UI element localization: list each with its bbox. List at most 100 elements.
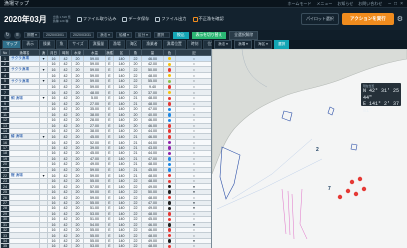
- tab-operation[interactable]: 操業: [38, 40, 55, 49]
- status-dot-icon: [167, 233, 172, 238]
- export-label: ファイル出力: [161, 16, 187, 21]
- save-label: データ保存: [128, 16, 150, 21]
- catch-markers: [337, 176, 367, 200]
- tab-time[interactable]: 時刻: [186, 40, 203, 49]
- status-dot-icon: [167, 68, 172, 72]
- gear-icon[interactable]: ⚙: [397, 15, 403, 23]
- selection-field[interactable]: 選択: [154, 32, 170, 38]
- table-cell: 20: [71, 243, 84, 248]
- tab-ground[interactable]: 漁場: [109, 40, 125, 49]
- toggle-view-button[interactable]: 表示を切り替え: [191, 31, 227, 39]
- status-dot-icon: [167, 179, 172, 183]
- column-header[interactable]: 漁獲: [105, 49, 114, 56]
- map-canvas[interactable]: [212, 49, 407, 248]
- status-dot-icon: [167, 129, 172, 133]
- status-dot-icon: [167, 173, 172, 178]
- status-dot-icon: [167, 96, 172, 101]
- status-dot-icon: [167, 228, 172, 232]
- title-bar: 漁場マップ ホームモード メニュー お知らせ お問い合わせ – □ ×: [0, 0, 407, 8]
- tab-map[interactable]: マップ: [2, 40, 22, 49]
- filter-button[interactable]: 絞込: [173, 31, 189, 39]
- status-dot-icon: [167, 56, 172, 61]
- window-controls: – □ ×: [388, 1, 403, 7]
- export-icon: [155, 16, 161, 22]
- stat-species: 魚種 129 種: [52, 19, 69, 23]
- table-row[interactable]: 35 16 42 20 53.00 E 140 22 48.00 ○: [0, 243, 211, 248]
- export-button[interactable]: ファイル出力: [155, 16, 187, 22]
- import-button[interactable]: ファイル取り込み: [76, 16, 117, 22]
- period-select[interactable]: 期間 ▾: [24, 32, 40, 38]
- status-dot-icon: [167, 135, 172, 139]
- refresh-icon[interactable]: ↻: [4, 31, 11, 39]
- close-icon[interactable]: ×: [400, 1, 403, 7]
- table-cell: 22: [129, 243, 142, 248]
- map-filter-bar: 漁法 ▾ 漁場 ▾ 海区 ▾ 選択: [212, 40, 407, 49]
- minimize-icon[interactable]: –: [388, 1, 391, 7]
- status-dot-icon: [167, 162, 172, 166]
- menu-item[interactable]: お知らせ: [337, 1, 353, 7]
- map-select-button[interactable]: 選択: [274, 40, 290, 49]
- import-label: ファイル取り込み: [82, 16, 117, 21]
- tab-display[interactable]: 表示: [22, 40, 38, 49]
- status-dot-icon: [167, 85, 172, 89]
- table-cell: 53.00: [83, 243, 106, 248]
- status-dot-icon: [167, 190, 172, 194]
- vessel-select[interactable]: 船種 ▾: [116, 32, 132, 38]
- layers-icon[interactable]: ≡: [14, 31, 21, 39]
- status-dot-icon: [167, 113, 172, 117]
- status-dot-icon: [167, 74, 172, 78]
- vessel-track: [281, 188, 295, 240]
- status-dot-icon: [167, 79, 172, 84]
- save-button[interactable]: データ保存: [122, 16, 149, 22]
- catch-marker: [345, 188, 351, 194]
- table-cell: E: [105, 243, 114, 248]
- tab-fisher[interactable]: 漁業者: [142, 40, 162, 49]
- table-cell: 140: [113, 243, 130, 248]
- status-dot-icon: [167, 185, 172, 189]
- method-select[interactable]: 漁法 ▾: [97, 32, 113, 38]
- table-cell: 48.00: [141, 243, 164, 248]
- map-label: 7: [328, 186, 331, 192]
- window-title: 漁場マップ: [4, 1, 30, 7]
- clear-selection-button[interactable]: 全選択解除: [229, 30, 259, 40]
- status-dot-icon: [167, 239, 172, 243]
- map-area-dropdown[interactable]: 海区 ▾: [254, 40, 272, 49]
- menu-item[interactable]: ホームモード: [287, 1, 311, 7]
- tab-fish[interactable]: 魚: [55, 40, 68, 49]
- mark-icon[interactable]: ○: [175, 243, 211, 248]
- latitude-value: N 42° 31' 25 44": [363, 88, 400, 101]
- expand-icon[interactable]: [39, 243, 48, 248]
- status-dot-icon: [167, 223, 172, 227]
- end-date-field[interactable]: 2020/03/31: [70, 32, 94, 38]
- check-button[interactable]: 不正漁を確認: [192, 16, 224, 22]
- ground-name: [9, 243, 40, 248]
- check-label: 不正漁を確認: [198, 16, 224, 21]
- map-view[interactable]: 2 7 現在位置 N 42° 31' 25 44" E 141° 2' 37 8…: [212, 49, 407, 248]
- coordinate-readout: 現在位置 N 42° 31' 25 44" E 141° 2' 37 81": [361, 83, 401, 114]
- catch-table: No 漁場名漁月日 時刻 水深 水温 漁獲区魚量色記 1 サクラ漁場 ▼ 16 42 20 59.00…: [0, 49, 212, 248]
- tab-catch[interactable]: 漁獲量: [88, 40, 109, 49]
- start-date-field[interactable]: 2020/03/01: [43, 32, 67, 38]
- pilot-select-button[interactable]: パイロット選択: [300, 13, 339, 25]
- map-ground-dropdown[interactable]: 漁場 ▾: [234, 40, 252, 49]
- tab-size[interactable]: サイズ: [68, 40, 88, 49]
- fishing-zone-outline: [281, 110, 293, 122]
- menu-item[interactable]: メニュー: [316, 1, 332, 7]
- top-menu: ホームモード メニュー お知らせ お問い合わせ: [287, 1, 382, 7]
- summary-stats: 出漁 1,520 隻 魚種 129 種: [53, 15, 71, 23]
- tab-area[interactable]: 海区: [125, 40, 142, 49]
- fishing-zone-outline: [219, 146, 241, 200]
- warning-icon: [192, 16, 198, 22]
- status-dot-icon: [167, 157, 172, 161]
- catch-marker: [349, 179, 355, 185]
- maximize-icon[interactable]: □: [394, 1, 397, 7]
- category-select[interactable]: 区分 ▾: [135, 32, 151, 38]
- tab-location[interactable]: 漁場位置: [162, 40, 186, 49]
- map-method-dropdown[interactable]: 漁法 ▾: [214, 40, 232, 49]
- run-action-button[interactable]: アクションを実行: [341, 13, 394, 25]
- status-dot-icon: [167, 212, 172, 216]
- status-dot-icon: [167, 201, 172, 205]
- menu-item[interactable]: お問い合わせ: [358, 1, 382, 7]
- status-dot-icon: [167, 124, 172, 128]
- fishing-zone-outline: [350, 143, 358, 151]
